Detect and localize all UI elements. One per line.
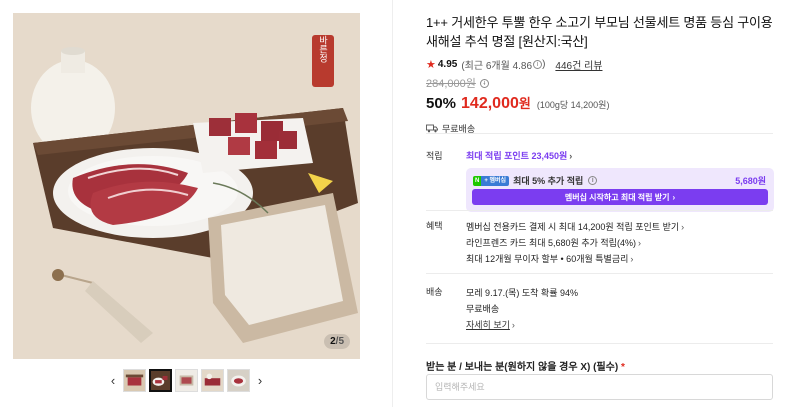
- rating-recent: (최근 6개월 4.86: [461, 60, 533, 72]
- original-price-row: 284,000원 i: [426, 76, 774, 90]
- divider: [426, 343, 773, 344]
- membership-amount: 5,680원: [735, 176, 766, 186]
- membership-info-icon[interactable]: i: [588, 176, 598, 185]
- star-icon: ★: [426, 58, 436, 71]
- thumbnail-4[interactable]: [201, 368, 224, 392]
- membership-start-button[interactable]: 멤버십 시작하고 최대 적립 받기 ›: [472, 189, 768, 205]
- delivery-arrival: 모레 9.17.(목) 도착 확률 94%: [466, 288, 578, 298]
- benefit-item[interactable]: 최대 12개월 무이자 할부 • 60개월 특별금리 ›: [466, 251, 774, 267]
- membership-text: 최대 5% 추가 적립: [513, 176, 584, 186]
- product-title: 1++ 거세한우 투뿔 한우 소고기 부모님 선물세트 명품 등심 구이용 새해…: [426, 15, 773, 49]
- thumbnail-2[interactable]: [149, 368, 172, 392]
- chevron-right-icon: ›: [681, 222, 685, 232]
- thumbnail-strip: ‹ ›: [13, 367, 360, 393]
- product-main-image[interactable]: 바른정 2/5: [13, 13, 360, 359]
- unit-price: (100g당 14,200원): [536, 100, 610, 110]
- thumbnail-3[interactable]: [175, 368, 198, 392]
- recipient-input[interactable]: [426, 374, 773, 400]
- chevron-right-icon[interactable]: ›: [253, 369, 267, 391]
- benefit-text: 라인프렌즈 카드 최대 5,680원 추가 적립(4%): [466, 238, 636, 248]
- badge-n: N: [473, 175, 482, 186]
- chevron-right-icon: ›: [672, 192, 676, 202]
- max-points-text: 최대 적립 포인트 23,450원: [466, 151, 568, 161]
- sale-price: 142,000: [461, 95, 519, 112]
- price-info-icon[interactable]: i: [479, 78, 489, 88]
- divider: [426, 210, 773, 211]
- chevron-right-icon: ›: [511, 320, 515, 330]
- benefits-section: 혜택 멤버십 전용카드 결제 시 최대 14,200원 적립 포인트 받기 › 라…: [426, 219, 774, 269]
- column-divider: [392, 0, 393, 407]
- points-section: 적립 최대 적립 포인트 23,450원 › N + 멤버십 최대 5% 추가 적…: [426, 149, 774, 212]
- required-mark: *: [620, 362, 625, 373]
- chevron-left-icon[interactable]: ‹: [106, 369, 120, 391]
- discount-rate: 50%: [426, 95, 457, 112]
- thumbnail-1[interactable]: [123, 368, 146, 392]
- delivery-section: 배송 모레 9.17.(목) 도착 확률 94% 무료배송 자세히 보기 ›: [426, 285, 774, 335]
- chevron-right-icon: ›: [637, 238, 641, 248]
- detail-link-text: 자세히 보기: [466, 320, 510, 330]
- max-points-link[interactable]: 최대 적립 포인트 23,450원 ›: [466, 149, 774, 162]
- review-count-link[interactable]: 446건 리뷰: [555, 57, 602, 72]
- rating-row: ★ 4.95 (최근 6개월 4.86 i ) 446건 리뷰: [426, 57, 774, 72]
- delivery-fee: 무료배송: [466, 304, 500, 314]
- delivery-detail-link[interactable]: 자세히 보기 ›: [466, 317, 774, 333]
- benefit-text: 최대 12개월 무이자 할부 • 60개월 특별금리: [466, 254, 629, 264]
- benefits-label: 혜택: [426, 221, 443, 231]
- product-info: 1++ 거세한우 투뿔 한우 소고기 부모님 선물세트 명품 등심 구이용 새해…: [426, 13, 774, 134]
- beef-gift-set-photo: 바른정: [13, 13, 360, 359]
- points-label: 적립: [426, 151, 443, 161]
- benefit-item[interactable]: 라인프렌즈 카드 최대 5,680원 추가 적립(4%) ›: [466, 235, 774, 251]
- npay-membership-badge: N + 멤버십: [473, 175, 510, 186]
- membership-box: N + 멤버십 최대 5% 추가 적립 i 5,680원 멤버십 시작하고 최대…: [466, 168, 774, 212]
- rating-score: 4.95: [437, 58, 458, 70]
- sale-price-unit: 원: [518, 96, 531, 111]
- recipient-label: 받는 분 / 보내는 분(원하지 않을 경우 X) (필수) *: [426, 358, 625, 373]
- delivery-label: 배송: [426, 287, 443, 297]
- rating-recent-close: ): [542, 58, 546, 70]
- chevron-right-icon: ›: [630, 254, 634, 264]
- divider: [426, 273, 773, 274]
- page-total: 5: [338, 336, 344, 347]
- original-price: 284,000원: [426, 78, 476, 90]
- chevron-right-icon: ›: [569, 151, 573, 161]
- benefit-item[interactable]: 멤버십 전용카드 결제 시 최대 14,200원 적립 포인트 받기 ›: [466, 219, 774, 235]
- divider: [426, 133, 773, 134]
- truck-icon: [426, 124, 438, 132]
- info-icon[interactable]: i: [533, 59, 543, 69]
- recipient-label-text: 받는 분 / 보내는 분(원하지 않을 경우 X) (필수): [426, 362, 619, 373]
- price-row: 50% 142,000 원 (100g당 14,200원): [426, 93, 774, 113]
- image-page-indicator: 2/5: [324, 334, 350, 349]
- membership-row: N + 멤버십 최대 5% 추가 적립 i: [473, 174, 598, 187]
- badge-membership: + 멤버십: [481, 175, 510, 186]
- thumbnail-5[interactable]: [227, 368, 250, 392]
- benefit-text: 멤버십 전용카드 결제 시 최대 14,200원 적립 포인트 받기: [466, 222, 680, 232]
- membership-start-label: 멤버십 시작하고 최대 적립 받기: [564, 192, 670, 202]
- brand-seal-text: 바른정: [318, 35, 328, 62]
